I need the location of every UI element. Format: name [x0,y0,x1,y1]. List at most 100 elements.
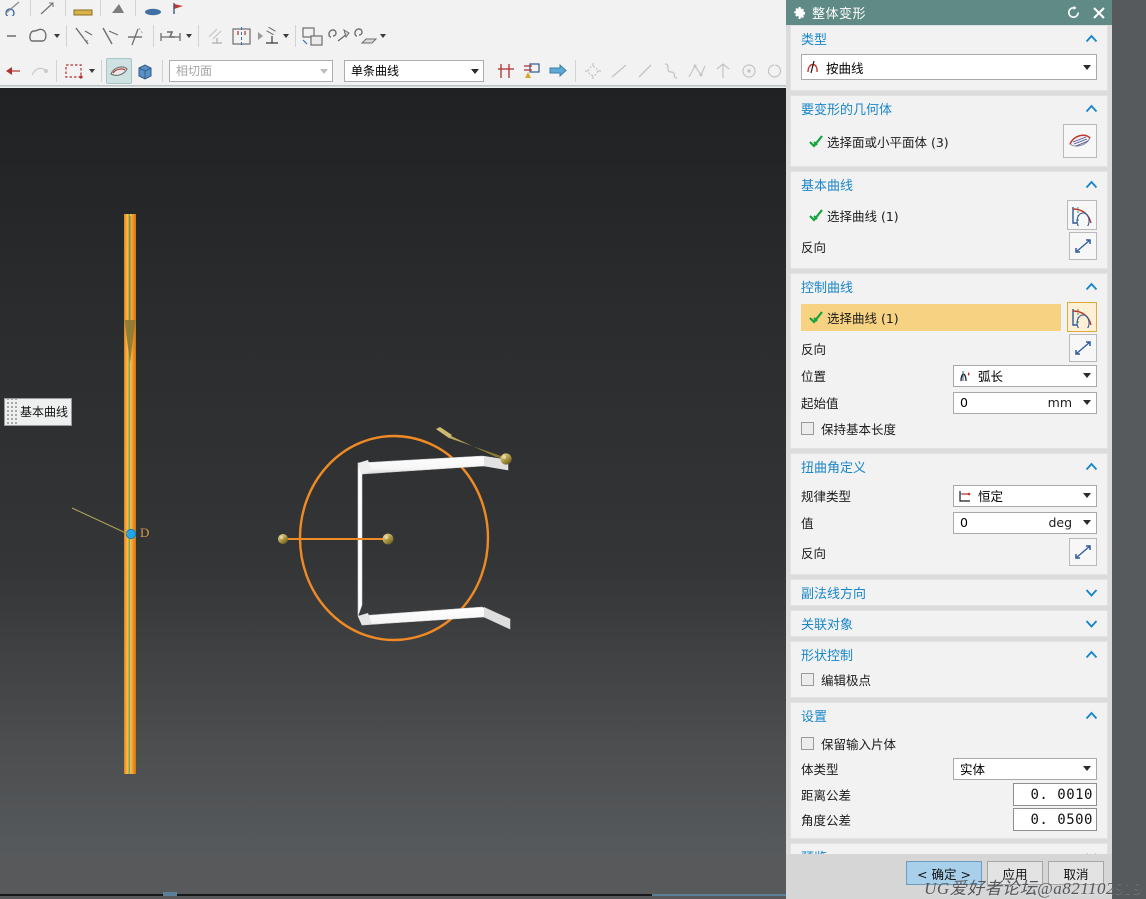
keep-input-sheet-checkbox[interactable] [801,736,814,750]
tool-shade-icon[interactable] [105,0,131,16]
edit-poles-checkbox[interactable] [801,672,814,686]
base-curve-select-label-wrap[interactable]: 选择曲线 (1) [801,202,1061,229]
twist-reverse-label-wrap: 反向 [801,539,1063,566]
section-type-header[interactable]: 类型 [791,26,1107,51]
tool-face-select-icon[interactable] [106,58,132,84]
tool-analysis-icon[interactable] [140,0,166,16]
tool-follow-fillet-icon[interactable] [519,58,545,84]
geometry-select-row[interactable]: 选择面或小平面体 (3) [801,124,1097,158]
tool-forward-arrow-icon[interactable] [545,58,571,84]
tool-spline-icon[interactable] [658,58,684,84]
tool-parallel-constraint-icon[interactable] [203,23,229,49]
tool-offset-dropdown[interactable] [184,23,194,49]
tool-line-icon[interactable] [606,58,632,84]
close-icon[interactable] [1086,0,1112,25]
tool-move-object-icon[interactable] [580,58,606,84]
twist-value-input[interactable]: 0 [954,515,1048,530]
law-type-combo[interactable]: 恒定 [953,484,1097,507]
tool-rectangle-select-icon[interactable] [61,58,87,84]
twist-reverse-row[interactable]: 反向 [801,538,1097,566]
tool-divide-curve-icon[interactable] [97,23,123,49]
tool-deform-dropdown[interactable] [378,23,388,49]
tool-angle-constraint-icon[interactable] [255,23,281,49]
toolbar-separator [101,60,102,82]
tool-angle-dropdown[interactable] [281,23,291,49]
reverse-direction-button[interactable] [1069,538,1097,566]
tool-perpendicular-icon[interactable] [710,58,736,84]
chevron-down-icon[interactable] [1078,520,1096,525]
tool-circle-center-icon[interactable] [736,58,762,84]
chevron-down-icon [1078,64,1096,70]
section-twist-angle-header[interactable]: 扭曲角定义 [791,454,1107,479]
section-base-curve-header[interactable]: 基本曲线 [791,172,1107,197]
tool-extrude-icon[interactable] [26,23,52,49]
tool-snap-point-icon[interactable] [26,58,52,84]
chevron-down-icon [1083,616,1099,632]
position-combo[interactable]: 弧长 [953,364,1097,387]
watermark: UG爱好者论坛@a821102919 [924,879,1142,898]
tool-flag-icon[interactable] [166,0,192,16]
tool-stop-at-intersection-icon[interactable] [493,58,519,84]
chevron-up-icon [1083,101,1099,117]
section-geometry-header[interactable]: 要变形的几何体 [791,96,1107,121]
tool-deform-body-icon[interactable] [352,23,378,49]
dialog-titlebar[interactable]: 整体变形 [786,0,1112,25]
base-curve-reverse-row[interactable]: 反向 [801,232,1097,260]
keep-base-length-row[interactable]: 保持基本长度 [801,416,1097,440]
keep-input-sheet-row[interactable]: 保留输入片体 [801,731,1097,755]
type-combo[interactable]: 按曲线 [801,54,1097,80]
tool-intersect-curve-icon[interactable] [123,23,149,49]
edit-poles-row[interactable]: 编辑极点 [801,667,1097,691]
control-curve-select-label-wrap[interactable]: 选择曲线 (1) [801,303,1061,331]
tool-polyline-icon[interactable] [684,58,710,84]
select-curve-button[interactable] [1067,200,1097,230]
select-control-curve-button[interactable] [1067,302,1097,332]
curve-rule-combo[interactable]: 单条曲线 [344,60,484,82]
tool-extrude-dropdown[interactable] [52,23,62,49]
tool-mirror-body-icon[interactable] [229,23,255,49]
control-curve-select-row[interactable]: 选择曲线 (1) [801,302,1097,332]
tool-arc-icon[interactable] [762,58,788,84]
tool-select-dropdown[interactable] [87,58,97,84]
section-settings-header[interactable]: 设置 [791,703,1107,728]
section-preview-header[interactable]: 预览 [791,844,1107,854]
chevron-down-icon [1078,373,1096,378]
check-icon [805,134,827,148]
tool-trim-curve-icon[interactable] [71,23,97,49]
section-binormal-header[interactable]: 副法线方向 [791,580,1107,605]
twist-reverse-label: 反向 [801,545,827,561]
section-preview-title: 预览 [801,847,1083,854]
tool-line-2-icon[interactable] [632,58,658,84]
selection-filter-combo[interactable]: 相切面 [169,60,333,82]
start-value-input[interactable]: 0 [954,395,1048,410]
twist-value-field[interactable]: 0 deg [953,511,1097,534]
body-type-combo[interactable]: 实体 [953,757,1097,780]
section-base-curve-title: 基本曲线 [801,179,854,194]
tool-divider-dash-icon[interactable] [0,23,26,49]
keep-base-length-checkbox[interactable] [801,421,814,435]
control-curve-reverse-row[interactable]: 反向 [801,334,1097,362]
section-associative-header[interactable]: 关联对象 [791,611,1107,636]
tool-sketch-icon[interactable] [0,0,26,16]
tool-offset-icon[interactable] [158,23,184,49]
reverse-direction-button[interactable] [1069,232,1097,260]
distance-tolerance-field[interactable]: 0. 0010 [1013,783,1097,806]
reverse-direction-button[interactable] [1069,334,1097,362]
section-control-curve-header[interactable]: 控制曲线 [791,274,1107,299]
angle-tolerance-field[interactable]: 0. 0500 [1013,808,1097,831]
tool-note-icon[interactable] [70,0,96,16]
tool-combine-icon[interactable] [326,23,352,49]
start-value-field[interactable]: 0 mm [953,391,1097,414]
tool-pattern-feature-icon[interactable] [300,23,326,49]
base-curve-select-row[interactable]: 选择曲线 (1) [801,200,1097,230]
section-shape-control-header[interactable]: 形状控制 [791,642,1107,667]
tool-datum-icon[interactable] [35,0,61,16]
chevron-down-icon[interactable] [1078,400,1096,405]
tool-body-select-icon[interactable] [132,58,158,84]
reset-icon[interactable] [1060,0,1086,25]
tool-point-snap-icon[interactable] [0,58,26,84]
chevron-down-icon [1083,585,1099,601]
base-curve-callout[interactable]: 基本曲线 [4,398,72,426]
select-face-button[interactable] [1063,124,1097,158]
geometry-select-label-wrap[interactable]: 选择面或小平面体 (3) [801,128,1057,155]
